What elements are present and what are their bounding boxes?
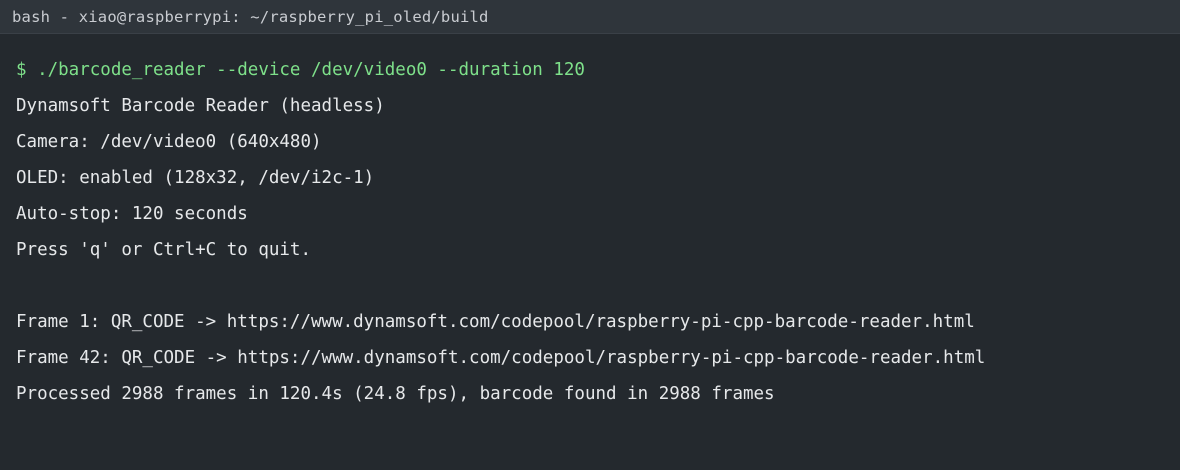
window-title: bash - xiao@raspberrypi: ~/raspberry_pi_… <box>12 7 489 26</box>
output-line: Processed 2988 frames in 120.4s (24.8 fp… <box>16 384 775 404</box>
title-bar[interactable]: bash - xiao@raspberrypi: ~/raspberry_pi_… <box>0 0 1180 34</box>
terminal-window: bash - xiao@raspberrypi: ~/raspberry_pi_… <box>0 0 1180 470</box>
command-line: $ ./barcode_reader --device /dev/video0 … <box>16 60 585 80</box>
output-line: Auto-stop: 120 seconds <box>16 204 248 224</box>
output-line: Press 'q' or Ctrl+C to quit. <box>16 240 312 260</box>
terminal-output[interactable]: $ ./barcode_reader --device /dev/video0 … <box>0 34 1180 470</box>
output-line: Frame 1: QR_CODE -> https://www.dynamsof… <box>16 312 975 332</box>
output-line: OLED: enabled (128x32, /dev/i2c-1) <box>16 168 375 188</box>
output-line: Camera: /dev/video0 (640x480) <box>16 132 322 152</box>
output-line: Frame 42: QR_CODE -> https://www.dynamso… <box>16 348 986 368</box>
output-line: Dynamsoft Barcode Reader (headless) <box>16 96 385 116</box>
